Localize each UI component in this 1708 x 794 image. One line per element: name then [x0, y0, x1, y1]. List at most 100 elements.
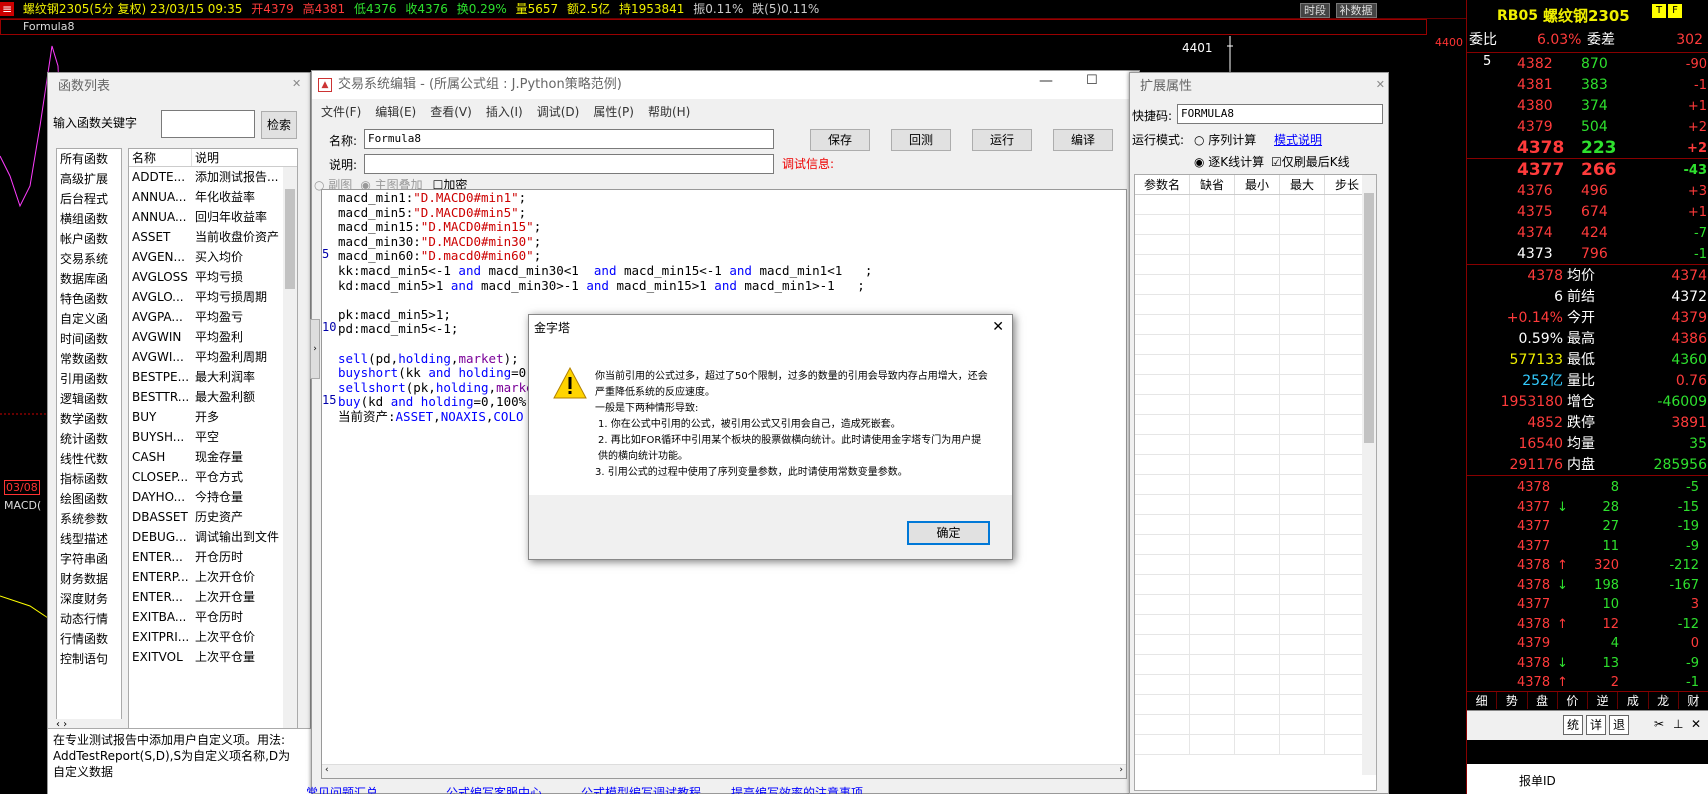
help-link[interactable]: 提高编写效率的注意事项 — [731, 784, 863, 794]
backtest-button[interactable]: 回测 — [891, 129, 951, 151]
param-cell[interactable] — [1235, 695, 1280, 714]
menu-item[interactable]: 查看(V) — [430, 103, 472, 120]
menu-item[interactable]: 帮助(H) — [648, 103, 690, 120]
category-item[interactable]: 绘图函数 — [57, 489, 121, 509]
table-row[interactable]: EXITPRI... 上次平仓价 — [129, 627, 297, 647]
table-row[interactable]: ENTER... 上次开仓量 — [129, 587, 297, 607]
param-cell[interactable] — [1280, 415, 1325, 434]
compile-button[interactable]: 编译 — [1053, 129, 1113, 151]
param-cell[interactable] — [1235, 255, 1280, 274]
param-cell[interactable] — [1280, 235, 1325, 254]
param-cell[interactable] — [1280, 735, 1325, 754]
param-cell[interactable] — [1235, 215, 1280, 234]
param-cell[interactable] — [1235, 655, 1280, 674]
category-item[interactable]: 行情函数 — [57, 629, 121, 649]
param-cell[interactable] — [1235, 555, 1280, 574]
quote-tab[interactable]: 财 — [1679, 692, 1708, 709]
param-cell[interactable] — [1190, 535, 1235, 554]
param-cell[interactable] — [1280, 335, 1325, 354]
menu-item[interactable]: 属性(P) — [593, 103, 634, 120]
param-cell[interactable] — [1280, 455, 1325, 474]
category-item[interactable]: 线性代数 — [57, 449, 121, 469]
param-cell[interactable] — [1190, 475, 1235, 494]
param-cell[interactable] — [1235, 235, 1280, 254]
param-cell[interactable] — [1190, 235, 1235, 254]
chk-last-bar[interactable]: ☑仅刷最后K线 — [1271, 153, 1350, 170]
param-cell[interactable] — [1235, 595, 1280, 614]
param-cell[interactable] — [1190, 435, 1235, 454]
param-cell[interactable] — [1235, 495, 1280, 514]
col-desc[interactable]: 说明 — [192, 149, 219, 166]
param-row[interactable] — [1135, 435, 1376, 455]
param-cell[interactable] — [1190, 635, 1235, 654]
param-cell[interactable] — [1280, 695, 1325, 714]
param-cell[interactable] — [1280, 475, 1325, 494]
quote-tab[interactable]: 盘 — [1528, 692, 1558, 709]
param-cell[interactable] — [1190, 195, 1235, 214]
category-item[interactable]: 统计函数 — [57, 429, 121, 449]
param-cell[interactable] — [1135, 735, 1190, 754]
param-cell[interactable] — [1135, 235, 1190, 254]
param-cell[interactable] — [1190, 375, 1235, 394]
category-item[interactable]: 帐户函数 — [57, 229, 121, 249]
table-row[interactable]: AVGLO... 平均亏损周期 — [129, 287, 297, 307]
param-cell[interactable] — [1280, 615, 1325, 634]
table-row[interactable]: AVGEN... 买入均价 — [129, 247, 297, 267]
param-cell[interactable] — [1135, 695, 1190, 714]
table-row[interactable]: ENTER... 开仓历时 — [129, 547, 297, 567]
desc-input[interactable] — [364, 154, 774, 174]
category-item[interactable]: 高级扩展 — [57, 169, 121, 189]
category-item[interactable]: 后台程式 — [57, 189, 121, 209]
category-item[interactable]: 指标函数 — [57, 469, 121, 489]
toolbar-button[interactable]: 退 — [1609, 715, 1629, 735]
scrollbar[interactable] — [283, 167, 297, 747]
dialog-ok-button[interactable]: 确定 — [907, 521, 990, 545]
fill-data-button[interactable]: 补数据 — [1335, 3, 1377, 18]
toolbar-button[interactable]: 详 — [1586, 715, 1606, 735]
param-cell[interactable] — [1135, 275, 1190, 294]
quote-tab[interactable]: 逆 — [1588, 692, 1619, 709]
category-item[interactable]: 交易系统 — [57, 249, 121, 269]
param-cell[interactable] — [1135, 455, 1190, 474]
param-row[interactable] — [1135, 535, 1376, 555]
param-cell[interactable] — [1190, 315, 1235, 334]
param-cell[interactable] — [1190, 675, 1235, 694]
param-row[interactable] — [1135, 495, 1376, 515]
param-col-header[interactable]: 缺省 — [1190, 175, 1235, 194]
param-cell[interactable] — [1135, 295, 1190, 314]
param-cell[interactable] — [1235, 395, 1280, 414]
f-icon[interactable]: F — [1668, 4, 1682, 18]
collapse-left-handle[interactable]: › — [310, 319, 320, 379]
param-cell[interactable] — [1280, 675, 1325, 694]
search-button[interactable]: 检索 — [261, 111, 297, 139]
param-cell[interactable] — [1190, 715, 1235, 734]
close-icon[interactable]: ✕ — [992, 319, 1004, 335]
category-item[interactable]: 动态行情 — [57, 609, 121, 629]
category-item[interactable]: 数学函数 — [57, 409, 121, 429]
param-cell[interactable] — [1280, 295, 1325, 314]
param-cell[interactable] — [1135, 615, 1190, 634]
category-item[interactable]: 系统参数 — [57, 509, 121, 529]
param-col-header[interactable]: 参数名 — [1135, 175, 1190, 194]
param-cell[interactable] — [1235, 735, 1280, 754]
quote-tab[interactable]: 龙 — [1649, 692, 1679, 709]
table-row[interactable]: BESTPE... 最大利润率 — [129, 367, 297, 387]
param-cell[interactable] — [1135, 415, 1190, 434]
param-cell[interactable] — [1235, 635, 1280, 654]
param-cell[interactable] — [1190, 555, 1235, 574]
param-cell[interactable] — [1135, 475, 1190, 494]
mode-bar-radio[interactable]: ◉ 逐K线计算 — [1194, 153, 1264, 170]
table-row[interactable]: ANNUA... 回归年收益率 — [129, 207, 297, 227]
table-row[interactable]: ADDTE... 添加测试报告... — [129, 167, 297, 187]
table-row[interactable]: ENTERP... 上次开仓价 — [129, 567, 297, 587]
param-row[interactable] — [1135, 615, 1376, 635]
menu-item[interactable]: 调试(D) — [537, 103, 580, 120]
table-row[interactable]: DBASSET 历史资产 — [129, 507, 297, 527]
param-cell[interactable] — [1135, 515, 1190, 534]
param-cell[interactable] — [1135, 315, 1190, 334]
menu-icon[interactable]: ≡ — [0, 2, 15, 16]
param-cell[interactable] — [1235, 535, 1280, 554]
param-cell[interactable] — [1280, 215, 1325, 234]
param-cell[interactable] — [1135, 495, 1190, 514]
param-cell[interactable] — [1135, 355, 1190, 374]
